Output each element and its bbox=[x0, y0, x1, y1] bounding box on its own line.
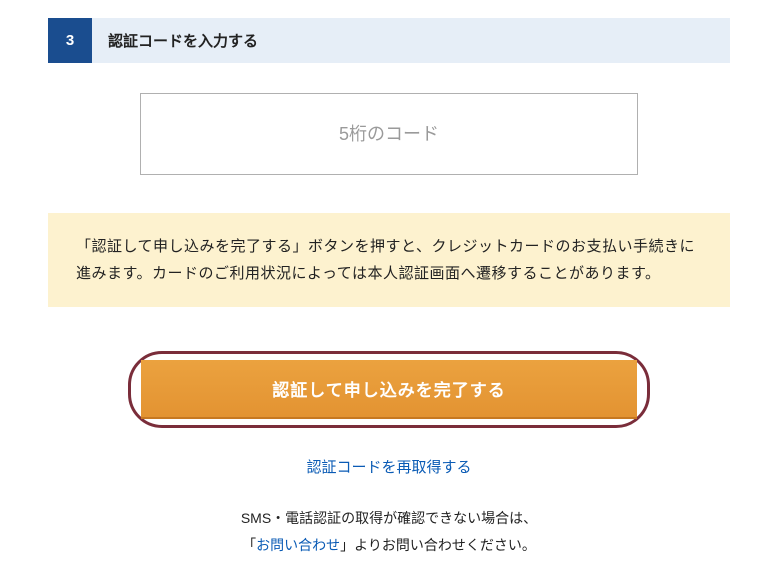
help-suffix: 」よりお問い合わせください。 bbox=[340, 537, 536, 553]
help-text: SMS・電話認証の取得が確認できない場合は、 「お問い合わせ」よりお問い合わせく… bbox=[0, 505, 778, 558]
step-number: 3 bbox=[48, 18, 92, 63]
step-title: 認証コードを入力する bbox=[92, 18, 730, 63]
resend-link-wrapper: 認証コードを再取得する bbox=[0, 456, 778, 477]
verification-code-input[interactable] bbox=[140, 93, 638, 175]
submit-container: 認証して申し込みを完了する bbox=[128, 351, 650, 428]
verify-complete-button[interactable]: 認証して申し込みを完了する bbox=[141, 360, 637, 419]
help-prefix: 「 bbox=[242, 537, 256, 553]
code-input-wrapper bbox=[140, 93, 638, 175]
resend-code-link[interactable]: 認証コードを再取得する bbox=[306, 459, 471, 476]
help-line-2: 「お問い合わせ」よりお問い合わせください。 bbox=[0, 532, 778, 559]
step-header: 3 認証コードを入力する bbox=[48, 18, 730, 63]
notice-box: 「認証して申し込みを完了する」ボタンを押すと、クレジットカードのお支払い手続きに… bbox=[48, 213, 730, 307]
contact-link[interactable]: お問い合わせ bbox=[256, 537, 340, 553]
help-line-1: SMS・電話認証の取得が確認できない場合は、 bbox=[0, 505, 778, 532]
